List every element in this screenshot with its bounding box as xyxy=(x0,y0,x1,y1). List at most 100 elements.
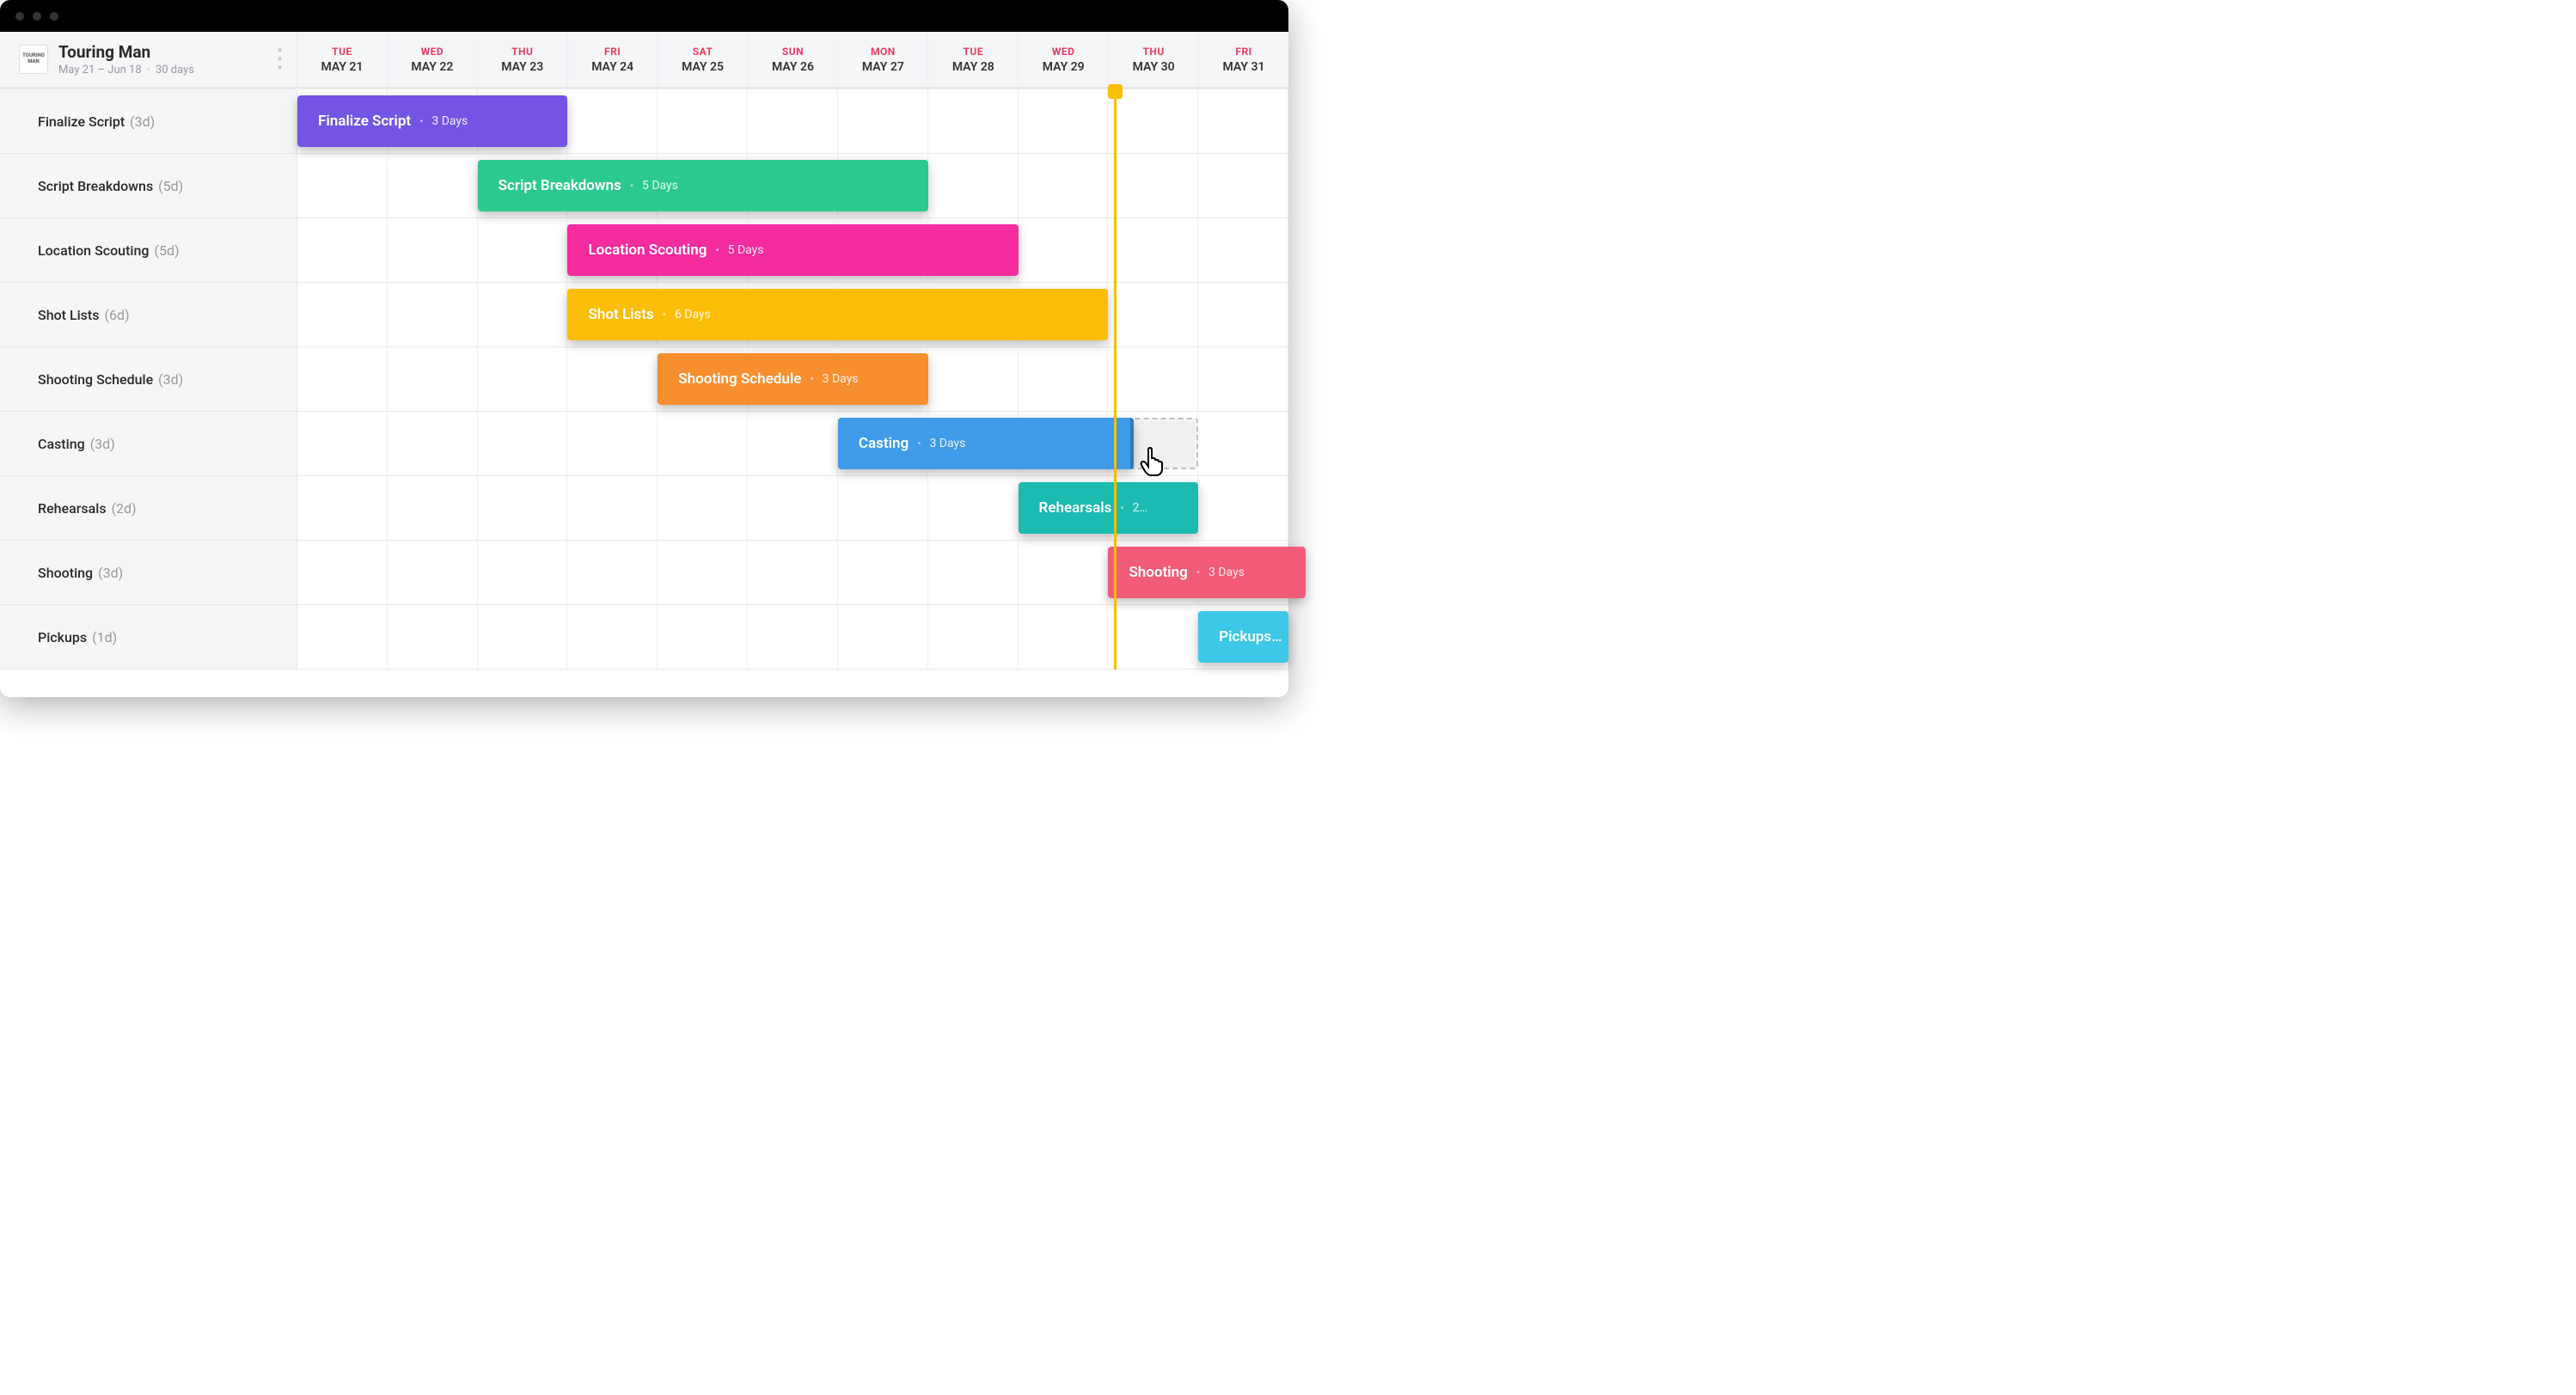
gantt-bar-duration: 3 Days xyxy=(823,372,859,386)
date-column-header: THU MAY 23 xyxy=(478,32,568,87)
day-of-week: TUE xyxy=(332,46,352,58)
task-row: Pickups(1d) Pickups… xyxy=(0,605,1288,670)
date-label: MAY 24 xyxy=(591,60,633,74)
day-of-week: THU xyxy=(511,46,533,58)
project-title: Touring Man xyxy=(58,42,277,62)
task-timeline-area[interactable]: Finalize Script•3 Days xyxy=(297,89,1288,153)
task-label[interactable]: Location Scouting(5d) xyxy=(0,218,297,282)
gantt-bar[interactable]: Finalize Script•3 Days xyxy=(297,95,567,147)
task-timeline-area[interactable]: Shot Lists•6 Days xyxy=(297,283,1288,346)
gantt-bar-label: Finalize Script xyxy=(318,113,411,130)
date-column-header: SAT MAY 25 xyxy=(658,32,749,87)
task-timeline-area[interactable]: Script Breakdowns•5 Days xyxy=(297,154,1288,217)
date-column-header: TUE MAY 21 xyxy=(297,32,388,87)
task-row: Shot Lists(6d) Shot Lists•6 Days xyxy=(0,283,1288,347)
day-of-week: MON xyxy=(871,46,896,58)
task-label[interactable]: Casting(3d) xyxy=(0,412,297,475)
task-label[interactable]: Shooting Schedule(3d) xyxy=(0,347,297,411)
gantt-bar-label: Casting xyxy=(859,435,909,452)
task-label[interactable]: Rehearsals(2d) xyxy=(0,476,297,540)
task-label[interactable]: Shooting(3d) xyxy=(0,541,297,604)
task-row: Finalize Script(3d)Finalize Script•3 Day… xyxy=(0,89,1288,154)
task-timeline-area[interactable]: Shooting Schedule•3 Days xyxy=(297,347,1288,411)
gantt-bar-label: Rehearsals xyxy=(1039,499,1112,517)
date-label: MAY 21 xyxy=(321,60,363,74)
today-indicator xyxy=(1114,89,1117,670)
day-of-week: FRI xyxy=(1235,46,1251,58)
task-timeline-area[interactable]: Location Scouting•5 Days xyxy=(297,218,1288,282)
date-label: MAY 29 xyxy=(1043,60,1085,74)
gantt-bar-duration: 5 Days xyxy=(728,243,764,257)
task-row: Rehearsals(2d) Rehearsals•2… xyxy=(0,476,1288,541)
date-column-header: WED MAY 22 xyxy=(388,32,478,87)
date-label: MAY 28 xyxy=(952,60,994,74)
date-column-header: WED MAY 29 xyxy=(1019,32,1109,87)
gantt-bar[interactable]: Shooting•3 Days xyxy=(1108,547,1306,598)
timeline-header: TOURING MAN Touring Man May 21 – Jun 18 … xyxy=(0,32,1288,89)
gantt-bar-label: Shot Lists xyxy=(588,306,653,323)
day-of-week: THU xyxy=(1142,46,1164,58)
day-of-week: SAT xyxy=(693,46,713,58)
day-of-week: SUN xyxy=(782,46,804,58)
date-label: MAY 25 xyxy=(682,60,724,74)
date-label: MAY 30 xyxy=(1133,60,1175,74)
resize-handle[interactable] xyxy=(1130,418,1134,469)
close-icon[interactable] xyxy=(15,12,24,21)
date-column-header: MON MAY 27 xyxy=(838,32,928,87)
day-of-week: WED xyxy=(1052,46,1075,58)
task-row: Shooting Schedule(3d) Shooting Schedule•3… xyxy=(0,347,1288,412)
gantt-bar-label: Shooting xyxy=(1129,564,1187,581)
date-column-header: THU MAY 30 xyxy=(1109,32,1199,87)
date-column-header: FRI MAY 31 xyxy=(1199,32,1288,87)
task-timeline-area[interactable]: Pickups… xyxy=(297,605,1288,669)
date-label: MAY 27 xyxy=(862,60,904,74)
task-label[interactable]: Script Breakdowns(5d) xyxy=(0,154,297,217)
gantt-bar[interactable]: Pickups… xyxy=(1198,611,1288,663)
project-menu-button[interactable]: ••• xyxy=(277,46,281,73)
gantt-bar-duration: 2… xyxy=(1133,501,1147,515)
task-timeline-area[interactable]: Shooting•3 Days xyxy=(297,541,1288,604)
gantt-bar[interactable]: Location Scouting•5 Days xyxy=(567,224,1018,276)
gantt-bar-duration: 3 Days xyxy=(1208,566,1245,579)
task-row: Script Breakdowns(5d) Script Breakdowns•5… xyxy=(0,154,1288,218)
gantt-bar[interactable]: Shot Lists•6 Days xyxy=(567,289,1108,340)
gantt-body: Finalize Script(3d)Finalize Script•3 Day… xyxy=(0,89,1288,670)
gantt-bar[interactable]: Script Breakdowns•5 Days xyxy=(478,160,928,211)
gantt-bar-duration: 6 Days xyxy=(675,308,711,321)
gantt-bar-duration: 5 Days xyxy=(642,179,678,193)
gantt-bar-label: Script Breakdowns xyxy=(499,177,621,194)
day-of-week: FRI xyxy=(604,46,621,58)
window-titlebar xyxy=(0,0,1288,32)
date-label: MAY 22 xyxy=(411,60,453,74)
task-row: Shooting(3d)Shooting•3 Days xyxy=(0,541,1288,605)
project-logo: TOURING MAN xyxy=(19,45,48,74)
gantt-bar-duration: 3 Days xyxy=(431,114,468,128)
task-timeline-area[interactable]: Rehearsals•2… xyxy=(297,476,1288,540)
project-header: TOURING MAN Touring Man May 21 – Jun 18 … xyxy=(0,32,297,87)
date-column-header: FRI MAY 24 xyxy=(568,32,658,87)
gantt-bar-duration: 3 Days xyxy=(929,437,965,450)
gantt-bar-label: Shooting Schedule xyxy=(678,370,801,388)
date-label: MAY 31 xyxy=(1223,60,1265,74)
date-label: MAY 26 xyxy=(772,60,814,74)
project-subtitle: May 21 – Jun 18 · 30 days xyxy=(58,64,277,76)
date-label: MAY 23 xyxy=(501,60,543,74)
gantt-bar[interactable]: Shooting Schedule•3 Days xyxy=(658,353,927,405)
date-column-header: SUN MAY 26 xyxy=(749,32,839,87)
maximize-icon[interactable] xyxy=(50,12,58,21)
task-label[interactable]: Finalize Script(3d) xyxy=(0,89,297,153)
day-of-week: WED xyxy=(421,46,444,58)
day-of-week: TUE xyxy=(963,46,983,58)
minimize-icon[interactable] xyxy=(33,12,41,21)
pointer-cursor-icon xyxy=(1139,447,1166,478)
task-label[interactable]: Pickups(1d) xyxy=(0,605,297,669)
task-label[interactable]: Shot Lists(6d) xyxy=(0,283,297,346)
task-row: Location Scouting(5d) Location Scouting•5… xyxy=(0,218,1288,283)
gantt-bar-label: Location Scouting xyxy=(588,242,707,259)
gantt-bar[interactable]: Casting•3 Days xyxy=(838,418,1134,469)
today-marker-icon xyxy=(1108,84,1123,99)
task-row: Casting(3d) Casting•3 Days xyxy=(0,412,1288,476)
gantt-bar[interactable]: Rehearsals•2… xyxy=(1019,482,1199,534)
gantt-bar-label: Pickups… xyxy=(1219,628,1282,645)
date-column-header: TUE MAY 28 xyxy=(928,32,1019,87)
